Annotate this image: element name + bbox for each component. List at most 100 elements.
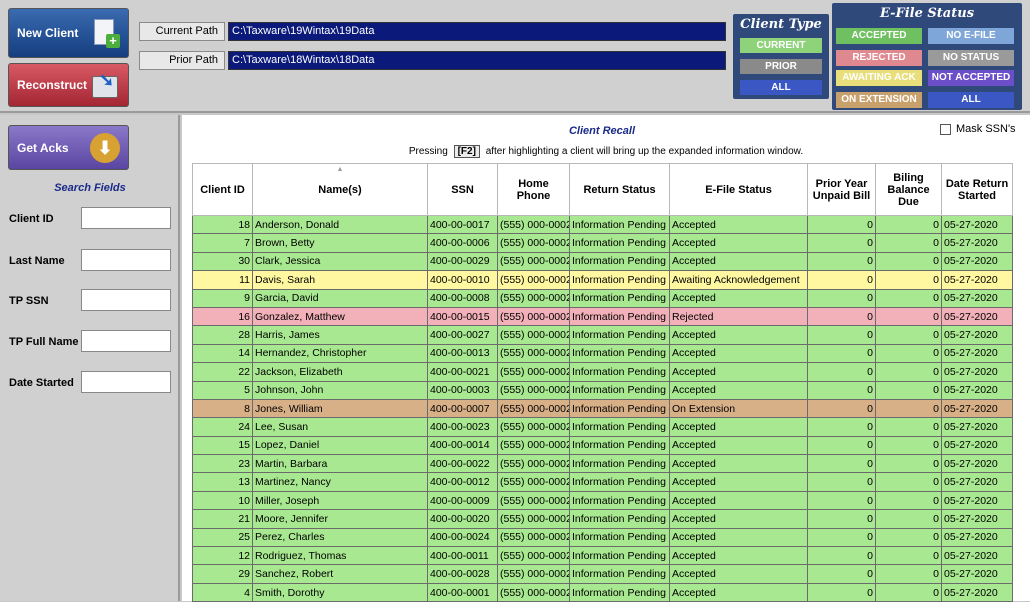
cell-name: Lee, Susan — [252, 417, 428, 437]
current-path-field[interactable]: C:\Taxware\19Wintax\19Data — [228, 22, 726, 41]
cell-name: Brown, Betty — [252, 233, 428, 253]
efile-all-button[interactable]: ALL — [928, 92, 1014, 108]
cell-home-phone: (555) 000-0002 — [497, 251, 570, 272]
cell-ssn: 400-00-0007 — [427, 398, 498, 419]
cell-home-phone: (555) 000-0002 — [497, 233, 570, 253]
table-row[interactable]: 9 Garcia, David 400-00-0008 (555) 000-0002 I… — [192, 288, 1013, 308]
table-row[interactable]: 25 Perez, Charles 400-00-0024 (555) 000-000… — [192, 527, 1013, 548]
table-row[interactable]: 30 Clark, Jessica 400-00-0029 (555) 000-000… — [192, 251, 1013, 272]
table-row[interactable]: 11 Davis, Sarah 400-00-0010 (555) 000-0002 I… — [192, 270, 1013, 290]
table-row[interactable]: 5 Johnson, John 400-00-0003 (555) 000-0002 I… — [192, 380, 1013, 400]
client-type-current-button[interactable]: CURRENT — [740, 38, 822, 53]
cell-client-id: 30 — [192, 251, 253, 272]
cell-prior-year-unpaid: 0 — [807, 214, 876, 235]
table-row[interactable]: 18 Anderson, Donald 400-00-0017 (555) 000-0… — [192, 214, 1013, 235]
cell-billing-balance: 0 — [875, 343, 942, 364]
get-acks-label: Get Acks — [17, 140, 69, 155]
cell-prior-year-unpaid: 0 — [807, 306, 876, 327]
new-client-button[interactable]: New Client + — [8, 8, 129, 58]
reconstruct-button[interactable]: Reconstruct ➘ — [8, 63, 129, 107]
tp-full-name-input[interactable] — [81, 330, 171, 352]
cell-ssn: 400-00-0024 — [427, 527, 498, 548]
table-row[interactable]: 12 Rodriguez, Thomas 400-00-0011 (555) 000-… — [192, 546, 1013, 566]
client-type-all-button[interactable]: ALL — [740, 80, 822, 95]
cell-home-phone: (555) 000-0002 — [497, 288, 570, 308]
efile-awaiting-ack-button[interactable]: AWAITING ACK — [836, 70, 922, 86]
col-date-started[interactable]: Date Return Started — [941, 163, 1013, 216]
col-ssn[interactable]: SSN — [427, 163, 498, 216]
cell-ssn: 400-00-0021 — [427, 362, 498, 382]
cell-return-status: Information Pending — [569, 288, 670, 308]
cell-efile-status: On Extension — [669, 398, 808, 419]
cell-name: Johnson, John — [252, 380, 428, 400]
col-names[interactable]: ▲ Name(s) — [252, 163, 428, 216]
table-body: 18 Anderson, Donald 400-00-0017 (555) 000-0… — [192, 214, 1013, 602]
cell-home-phone: (555) 000-0002 — [497, 564, 570, 584]
table-row[interactable]: 15 Lopez, Daniel 400-00-0014 (555) 000-0002… — [192, 435, 1013, 456]
search-fields-title: Search Fields — [54, 182, 126, 194]
efile-on-extension-button[interactable]: ON EXTENSION — [836, 92, 922, 108]
cell-billing-balance: 0 — [875, 472, 942, 492]
last-name-label: Last Name — [9, 255, 65, 267]
col-billing-balance[interactable]: Biling Balance Due — [875, 163, 942, 216]
cell-client-id: 25 — [192, 527, 253, 548]
cell-name: Jackson, Elizabeth — [252, 362, 428, 382]
efile-rejected-button[interactable]: REJECTED — [836, 50, 922, 66]
efile-accepted-button[interactable]: ACCEPTED — [836, 28, 922, 44]
table-row[interactable]: 23 Martin, Barbara 400-00-0022 (555) 000-00… — [192, 454, 1013, 474]
client-type-title: Client Type — [740, 17, 822, 32]
table-row[interactable]: 8 Jones, William 400-00-0007 (555) 000-0002… — [192, 398, 1013, 419]
cell-date-started: 05-27-2020 — [941, 472, 1013, 492]
cell-return-status: Information Pending — [569, 214, 670, 235]
table-row[interactable]: 24 Lee, Susan 400-00-0023 (555) 000-0002 Inf… — [192, 417, 1013, 437]
cell-billing-balance: 0 — [875, 306, 942, 327]
col-return-status[interactable]: Return Status — [569, 163, 670, 216]
prior-path-field[interactable]: C:\Taxware\18Wintax\18Data — [228, 51, 726, 70]
table-row[interactable]: 28 Harris, James 400-00-0027 (555) 000-0002… — [192, 325, 1013, 345]
cell-date-started: 05-27-2020 — [941, 509, 1013, 529]
cell-client-id: 12 — [192, 546, 253, 566]
table-row[interactable]: 22 Jackson, Elizabeth 400-00-0021 (555) 000… — [192, 362, 1013, 382]
table-row[interactable]: 7 Brown, Betty 400-00-0006 (555) 000-0002 In… — [192, 233, 1013, 253]
cell-ssn: 400-00-0020 — [427, 509, 498, 529]
col-prior-year-unpaid[interactable]: Prior Year Unpaid Bill — [807, 163, 876, 216]
client-id-input[interactable] — [81, 207, 171, 229]
efile-no-efile-button[interactable]: NO E-FILE — [928, 28, 1014, 44]
tp-ssn-input[interactable] — [81, 289, 171, 311]
hint-text-pre: Pressing — [408, 146, 448, 157]
mask-ssn-checkbox[interactable]: Mask SSN's — [940, 123, 1016, 135]
cell-return-status: Information Pending — [569, 546, 670, 566]
cell-date-started: 05-27-2020 — [941, 582, 1013, 602]
cell-home-phone: (555) 000-0002 — [497, 343, 570, 364]
f2-hint: Pressing [F2] after highlighting a clien… — [182, 145, 1030, 158]
col-client-id[interactable]: Client ID — [192, 163, 253, 216]
table-row[interactable]: 21 Moore, Jennifer 400-00-0020 (555) 000-00… — [192, 509, 1013, 529]
last-name-input[interactable] — [81, 249, 171, 271]
cell-prior-year-unpaid: 0 — [807, 527, 876, 548]
cell-name: Lopez, Daniel — [252, 435, 428, 456]
cell-name: Martin, Barbara — [252, 454, 428, 474]
table-row[interactable]: 10 Miller, Joseph 400-00-0009 (555) 000-000… — [192, 490, 1013, 511]
table-row[interactable]: 29 Sanchez, Robert 400-00-0028 (555) 000-00… — [192, 564, 1013, 584]
cell-billing-balance: 0 — [875, 270, 942, 290]
efile-no-status-button[interactable]: NO STATUS — [928, 50, 1014, 66]
cell-name: Martinez, Nancy — [252, 472, 428, 492]
col-home-phone[interactable]: Home Phone — [497, 163, 570, 216]
cell-efile-status: Awaiting Acknowledgement — [669, 270, 808, 290]
efile-not-accepted-button[interactable]: NOT ACCEPTED — [928, 70, 1014, 86]
get-acks-button[interactable]: Get Acks ⬇ — [8, 125, 129, 170]
cell-ssn: 400-00-0014 — [427, 435, 498, 456]
cell-return-status: Information Pending — [569, 380, 670, 400]
cell-prior-year-unpaid: 0 — [807, 582, 876, 602]
cell-prior-year-unpaid: 0 — [807, 472, 876, 492]
table-row[interactable]: 16 Gonzalez, Matthew 400-00-0015 (555) 000-… — [192, 306, 1013, 327]
table-row[interactable]: 14 Hernandez, Christopher 400-00-0013 (555)… — [192, 343, 1013, 364]
client-type-prior-button[interactable]: PRIOR — [740, 59, 822, 74]
cell-return-status: Information Pending — [569, 325, 670, 345]
cell-return-status: Information Pending — [569, 398, 670, 419]
col-efile-status[interactable]: E-File Status — [669, 163, 808, 216]
table-row[interactable]: 13 Martinez, Nancy 400-00-0012 (555) 000-00… — [192, 472, 1013, 492]
cell-ssn: 400-00-0011 — [427, 546, 498, 566]
date-started-input[interactable] — [81, 371, 171, 393]
table-row[interactable]: 4 Smith, Dorothy 400-00-0001 (555) 000-0002… — [192, 582, 1013, 602]
